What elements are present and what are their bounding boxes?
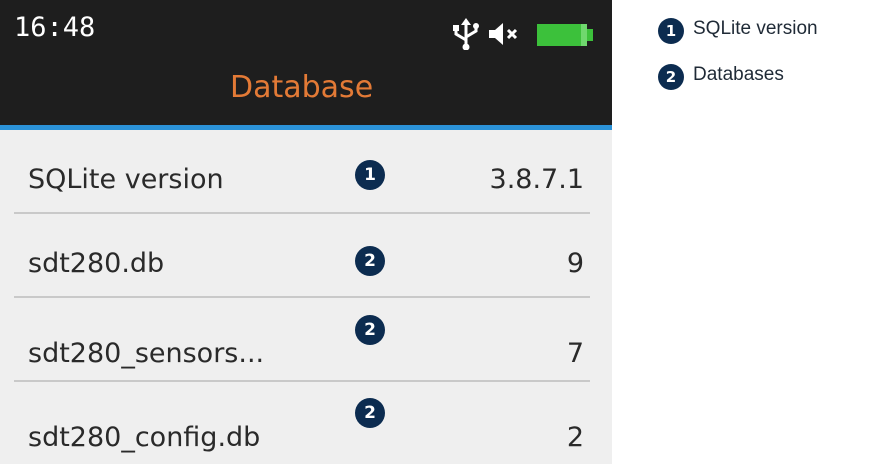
- row-value: 7: [566, 338, 584, 369]
- status-bar: 16:48 Database: [0, 0, 612, 125]
- row-label: sdt280_config.db: [28, 422, 261, 453]
- mute-speaker-icon: [489, 23, 518, 45]
- callout-badge: 2: [355, 398, 385, 428]
- legend-number-badge: 2: [658, 64, 684, 90]
- status-time: 16:48: [14, 12, 96, 43]
- callout-badge: 2: [355, 315, 385, 345]
- row-value: 9: [566, 248, 584, 279]
- legend-text: Databases: [693, 64, 784, 85]
- callout-badge: 1: [355, 160, 385, 190]
- row-label: sdt280_sensors...: [28, 338, 265, 369]
- list-item-database[interactable]: sdt280.db 2 9: [0, 214, 612, 298]
- list-item-database[interactable]: sdt280_sensors... 2 7: [0, 298, 612, 382]
- usb-icon: [453, 18, 479, 50]
- row-label: sdt280.db: [28, 248, 165, 279]
- status-icons: [439, 18, 604, 50]
- row-value: 3.8.7.1: [489, 164, 584, 195]
- legend-text: SQLite version: [693, 18, 818, 39]
- device-screen: 16:48 Database SQLite version 1 3.8.7.1 …: [0, 0, 612, 464]
- legend-number-badge: 1: [658, 18, 684, 44]
- list-item-database[interactable]: sdt280_config.db 2 2: [0, 382, 612, 464]
- list-item-sqlite-version[interactable]: SQLite version 1 3.8.7.1: [0, 130, 612, 214]
- row-value: 2: [566, 422, 584, 453]
- callout-badge: 2: [355, 246, 385, 276]
- row-label: SQLite version: [28, 164, 224, 195]
- battery-icon: [537, 24, 593, 46]
